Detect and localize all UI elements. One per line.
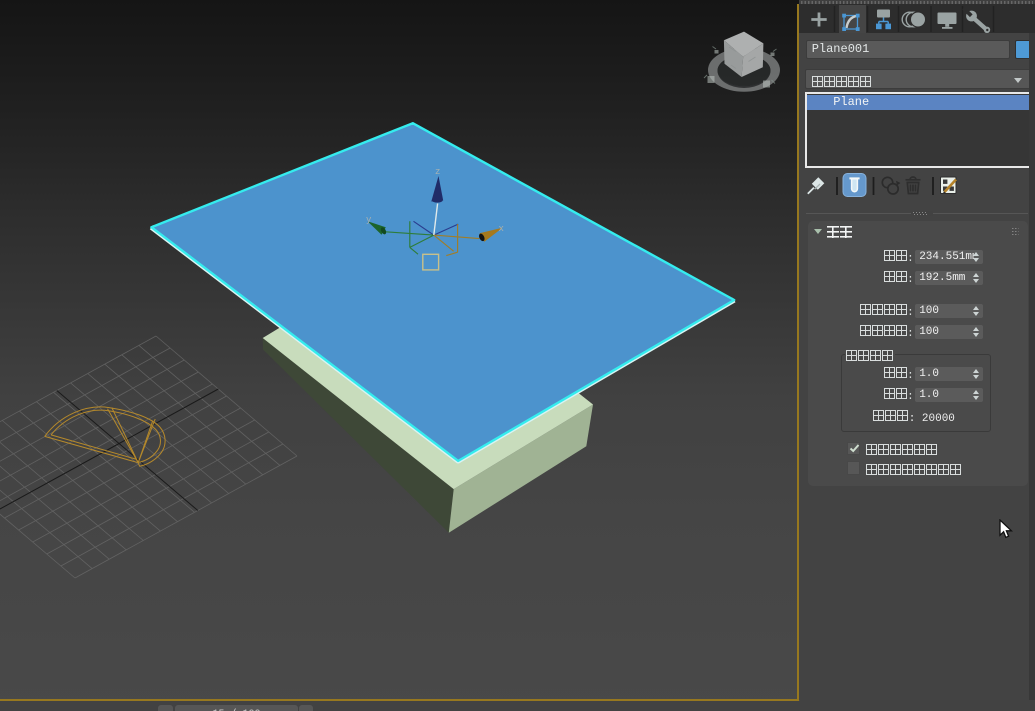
svg-text:y: y bbox=[366, 215, 372, 225]
svg-text:z: z bbox=[435, 167, 440, 177]
svg-text:x: x bbox=[499, 224, 504, 234]
